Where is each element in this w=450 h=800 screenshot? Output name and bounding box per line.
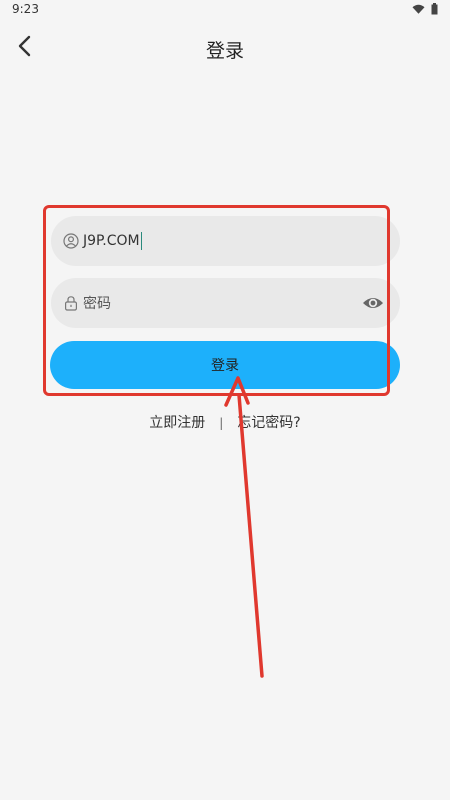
auth-links: 立即注册 | 忘记密码? xyxy=(0,412,450,432)
page-title: 登录 xyxy=(205,40,244,62)
text-cursor xyxy=(140,232,143,250)
lock-icon xyxy=(64,296,78,311)
app-bar: 登录 xyxy=(0,20,450,76)
user-circle-icon xyxy=(63,233,79,249)
register-link[interactable]: 立即注册 xyxy=(149,415,205,431)
link-separator: | xyxy=(219,416,224,430)
wifi-icon xyxy=(412,4,425,14)
password-placeholder: 密码 xyxy=(83,296,111,312)
username-value: J9P.COM xyxy=(83,232,143,250)
password-field[interactable]: 密码 xyxy=(51,278,400,328)
status-time: 9:23 xyxy=(12,2,39,16)
forgot-password-link[interactable]: 忘记密码? xyxy=(237,415,300,431)
eye-icon[interactable] xyxy=(362,293,384,313)
annotation-arrow xyxy=(224,376,264,678)
status-bar: 9:23 xyxy=(0,0,450,20)
username-field[interactable]: J9P.COM xyxy=(51,216,400,266)
login-button[interactable]: 登录 xyxy=(50,341,400,389)
battery-icon xyxy=(431,3,438,15)
status-icons xyxy=(412,3,438,15)
